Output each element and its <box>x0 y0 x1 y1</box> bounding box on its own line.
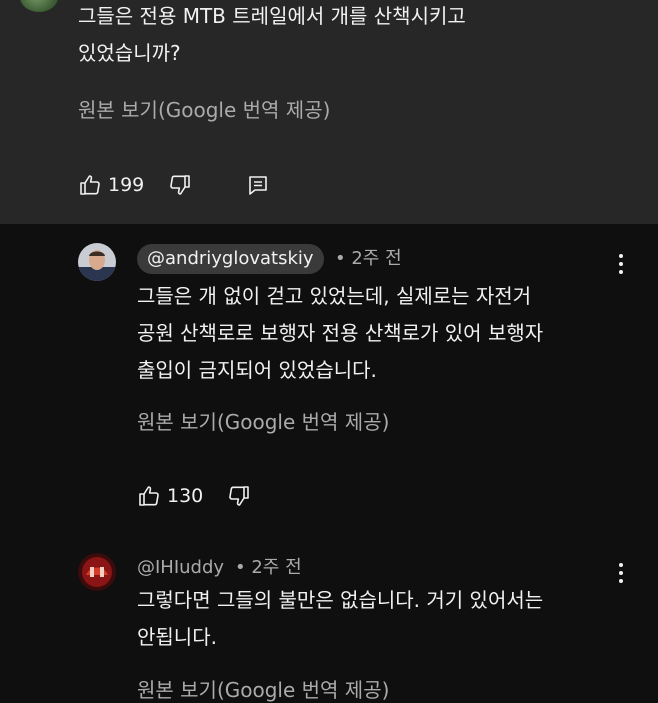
like-count: 130 <box>167 485 204 507</box>
view-original-link[interactable]: 원본 보기(Google 번역 제공) <box>78 94 330 123</box>
comment-text: 그렇다면 그들의 불만은 없습니다. 거기 있어서는 안됩니다. <box>137 588 544 649</box>
comment-icon[interactable] <box>246 173 270 197</box>
comment-text: 그들은 전용 MTB 트레일에서 개를 산책시키고 있었습니까? <box>78 4 466 65</box>
comment-actions: 199 <box>78 173 270 197</box>
comment-actions: 130 <box>137 484 251 508</box>
thumbs-down-icon[interactable] <box>168 173 192 197</box>
thumbs-up-icon[interactable] <box>78 173 102 197</box>
reply-item: @andriyglovatskiy • 2주 전 그들은 개 없이 걷고 있었는… <box>0 224 658 524</box>
reply-item: @IHIuddy • 2주 전 그렇다면 그들의 불만은 없습니다. 거기 있어… <box>0 524 658 703</box>
avatar[interactable] <box>78 553 116 591</box>
author-handle[interactable]: @andriyglovatskiy <box>137 244 324 274</box>
thumbs-down-icon[interactable] <box>227 484 251 508</box>
view-original-link[interactable]: 원본 보기(Google 번역 제공) <box>137 674 389 703</box>
more-vert-icon[interactable] <box>611 252 631 276</box>
comment-text: 그들은 개 없이 걷고 있었는데, 실제로는 자전거 공원 산책로로 보행자 전… <box>137 284 544 382</box>
avatar[interactable] <box>20 0 58 12</box>
view-original-link[interactable]: 원본 보기(Google 번역 제공) <box>137 406 389 435</box>
avatar[interactable] <box>78 243 116 281</box>
thumbs-up-icon[interactable] <box>137 484 161 508</box>
author-handle[interactable]: @IHIuddy <box>137 553 224 583</box>
timestamp: • 2주 전 <box>235 557 302 578</box>
like-count: 199 <box>108 174 145 196</box>
highlighted-comment: 그들은 전용 MTB 트레일에서 개를 산책시키고 있었습니까? 원본 보기(G… <box>0 0 658 224</box>
timestamp: • 2주 전 <box>335 248 402 269</box>
